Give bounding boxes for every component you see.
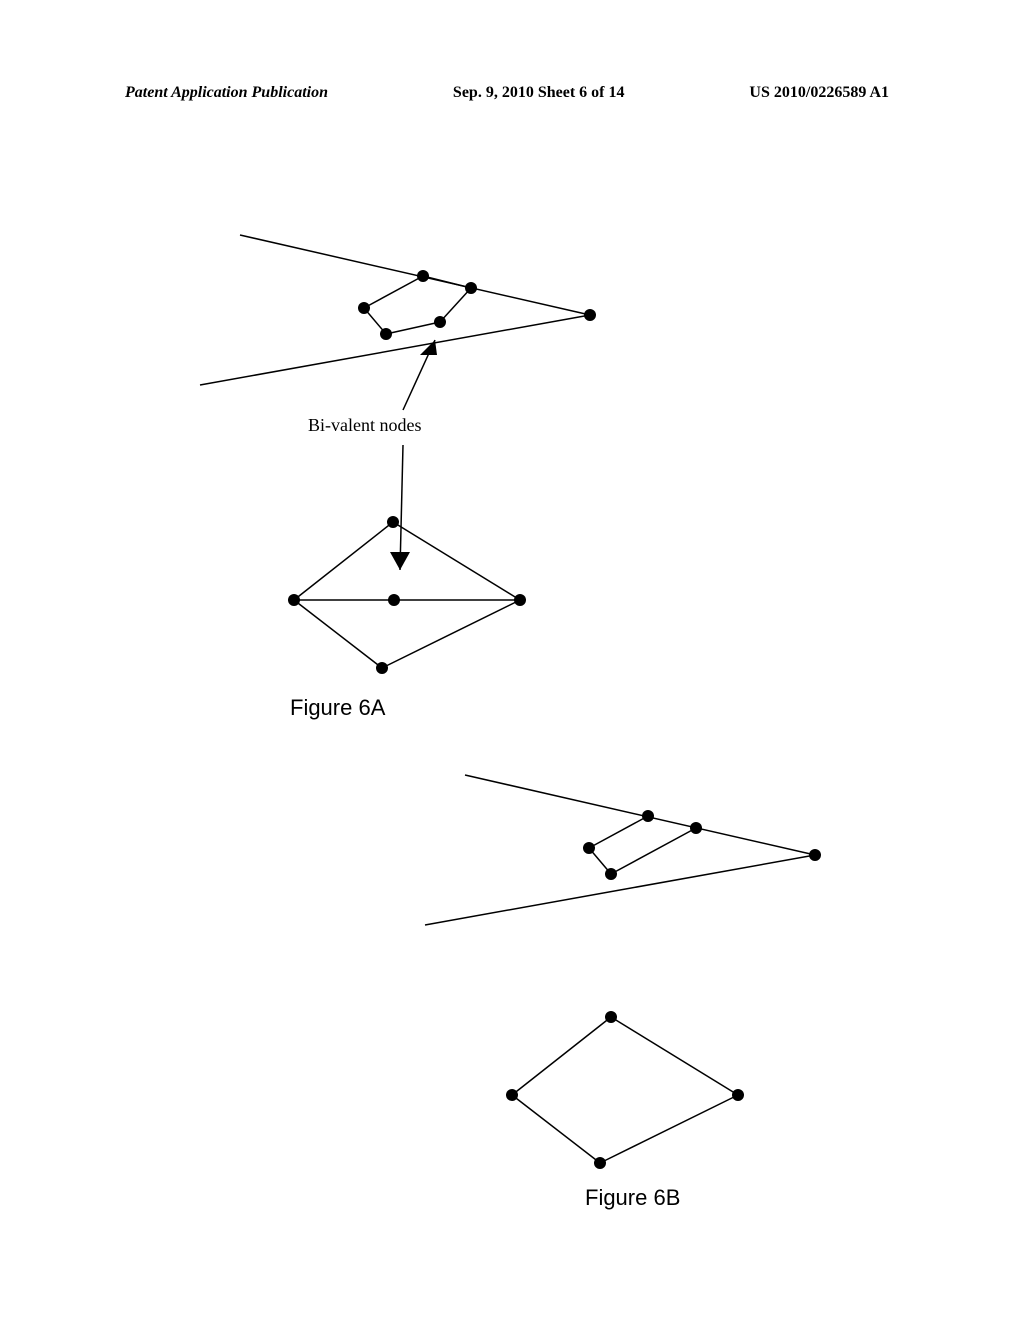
node-a1 xyxy=(417,270,429,282)
edge-b-5 xyxy=(382,600,520,668)
edge-d-2 xyxy=(611,1017,738,1095)
page-header: Patent Application Publication Sep. 9, 2… xyxy=(0,84,1024,102)
node-d3 xyxy=(732,1089,744,1101)
edge-c-bottom xyxy=(425,855,815,925)
edge-d-4 xyxy=(512,1095,600,1163)
bivalent-label: Bi-valent nodes xyxy=(308,415,421,436)
header-left: Patent Application Publication xyxy=(125,84,328,102)
node-c5 xyxy=(605,868,617,880)
arrowhead-bottom xyxy=(390,552,410,570)
node-b1 xyxy=(387,516,399,528)
arrowhead-top xyxy=(420,340,437,355)
node-d2 xyxy=(506,1089,518,1101)
edge-d-5 xyxy=(600,1095,738,1163)
node-b2 xyxy=(288,594,300,606)
edge-top-outer xyxy=(240,235,590,315)
edge-bottom-outer xyxy=(200,315,590,385)
header-right: US 2010/0226589 A1 xyxy=(749,84,889,102)
node-a5 xyxy=(380,328,392,340)
edge-b-1 xyxy=(294,522,393,600)
node-d1 xyxy=(605,1011,617,1023)
node-a6 xyxy=(358,302,370,314)
node-c4 xyxy=(583,842,595,854)
node-a4 xyxy=(434,316,446,328)
fig6a-label: Figure 6A xyxy=(290,695,385,721)
node-c3 xyxy=(809,849,821,861)
node-b3 xyxy=(388,594,400,606)
edge-c-inner1 xyxy=(589,816,648,848)
node-b5 xyxy=(376,662,388,674)
edge-d-1 xyxy=(512,1017,611,1095)
edge-inner-b xyxy=(440,288,471,322)
node-c1 xyxy=(642,810,654,822)
node-d4 xyxy=(594,1157,606,1169)
header-center: Sep. 9, 2010 Sheet 6 of 14 xyxy=(453,84,625,102)
edge-b-4 xyxy=(294,600,382,668)
edge-inner-a xyxy=(423,276,471,288)
node-a3 xyxy=(584,309,596,321)
edge-c-top xyxy=(465,775,815,855)
node-c2 xyxy=(690,822,702,834)
node-b4 xyxy=(514,594,526,606)
leader-bottom xyxy=(400,445,403,570)
fig6b-graphs xyxy=(0,740,1024,1240)
node-a2 xyxy=(465,282,477,294)
edge-inner-e xyxy=(364,276,423,308)
edge-b-2 xyxy=(393,522,520,600)
edge-c-inner3 xyxy=(611,828,696,874)
edge-inner-c xyxy=(386,322,440,334)
fig6b-label: Figure 6B xyxy=(585,1185,680,1211)
